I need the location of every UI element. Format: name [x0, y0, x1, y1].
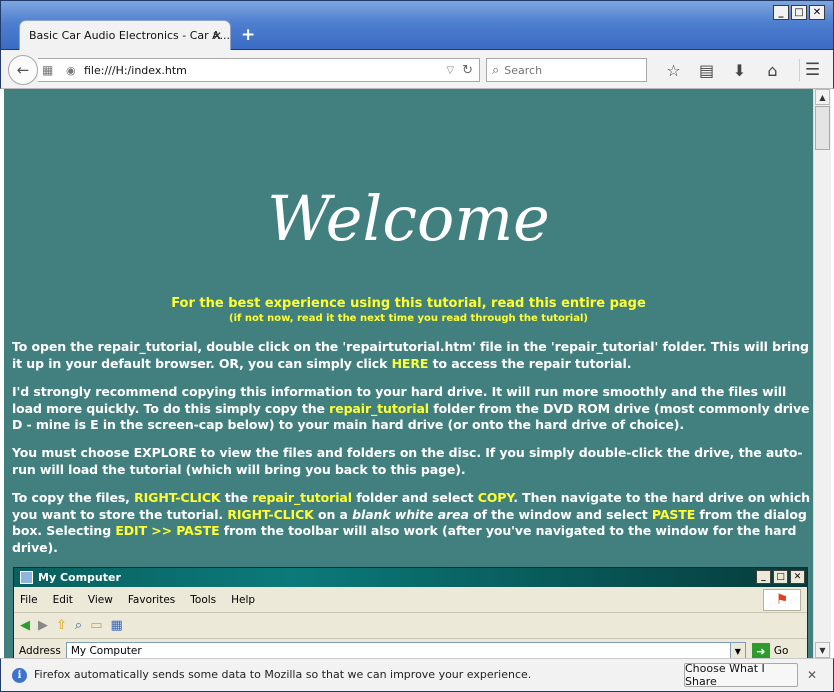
bookmark-star-icon[interactable]: ☆	[657, 59, 690, 81]
mc-minimize-icon: _	[756, 570, 771, 584]
mc-search-icon: ⌕	[74, 618, 83, 633]
my-computer-screenshot: My Computer _ □ ✕ File Edit View Favorit…	[13, 567, 808, 658]
hamburger-menu-icon[interactable]: ☰	[799, 59, 825, 81]
search-input[interactable]	[504, 63, 635, 77]
mc-folders-icon: ▭	[90, 618, 103, 633]
mc-back-icon: ◀	[20, 618, 30, 633]
italic-text: blank white area	[352, 506, 469, 522]
mc-menu-help: Help	[231, 593, 256, 606]
paragraph-copy-recommendation: I'd strongly recommend copying this info…	[12, 384, 812, 434]
scroll-down-icon[interactable]: ▼	[815, 642, 830, 658]
tab-title: Basic Car Audio Electronics - Car A...	[29, 29, 230, 42]
paragraph-explore: You must choose EXPLORE to view the file…	[12, 445, 803, 477]
back-button[interactable]: ←	[8, 55, 38, 85]
globe-icon: ◉	[66, 63, 76, 77]
text: the	[220, 490, 253, 505]
my-computer-menubar: File Edit View Favorites Tools Help ⚑	[14, 587, 807, 613]
window-controls: _ □ ✕	[773, 5, 825, 20]
here-link[interactable]: HERE	[392, 356, 429, 371]
search-icon: ⌕	[492, 62, 500, 78]
new-tab-button[interactable]: +	[241, 25, 255, 45]
paragraph-copy-steps: To copy the files, RIGHT-CLICK the repai…	[12, 490, 812, 556]
toolbar-icons: ☆ ▤ ⬇ ⌂	[657, 59, 789, 81]
my-computer-toolbar: ◀ ▶ ⇧ ⌕ ▭ ▦	[14, 613, 807, 639]
mc-address-value: My Computer	[70, 645, 142, 657]
tab-close-icon[interactable]: ✕	[212, 29, 222, 43]
scroll-thumb[interactable]	[815, 106, 830, 150]
mc-views-icon: ▦	[110, 618, 123, 633]
mc-menu-view: View	[87, 593, 113, 606]
my-computer-window-controls: _ □ ✕	[756, 570, 805, 584]
my-computer-titlebar: My Computer _ □ ✕	[14, 568, 807, 587]
back-arrow-icon: ←	[16, 61, 30, 79]
mc-address-label: Address	[19, 645, 61, 657]
vertical-scrollbar[interactable]: ▲ ▼	[813, 89, 831, 658]
highlight: RIGHT-CLICK	[134, 490, 221, 505]
mc-menu-favorites: Favorites	[127, 593, 176, 606]
my-computer-addressbar: Address My Computer ▼ ➜ Go	[14, 639, 807, 658]
text: To copy the files,	[12, 490, 135, 505]
notification-text: Firefox automatically sends some data to…	[34, 668, 532, 681]
info-icon: i	[12, 668, 27, 683]
url-text[interactable]: file:///H:/index.htm	[84, 64, 446, 77]
mc-up-folder-icon: ⇧	[56, 618, 67, 633]
paragraph-open-tutorial: To open the repair_tutorial, double clic…	[12, 339, 812, 372]
mc-go-label: Go	[773, 645, 789, 657]
notification-close-icon[interactable]: ✕	[807, 668, 817, 682]
reload-icon[interactable]: ↻	[462, 63, 473, 78]
choose-what-i-share-button[interactable]: Choose What I Share	[684, 662, 798, 688]
intro-notice: For the best experience using this tutor…	[171, 296, 646, 311]
highlight: PASTE	[651, 506, 696, 522]
close-window-button[interactable]: ✕	[809, 5, 825, 20]
welcome-heading: Welcome	[267, 182, 550, 255]
mc-menu-tools: Tools	[190, 593, 217, 606]
computer-icon	[20, 571, 33, 584]
mc-menu-file: File	[20, 593, 38, 606]
my-computer-title: My Computer	[38, 571, 121, 584]
mc-go-button: ➜ Go	[751, 642, 789, 658]
highlight: repair_tutorial	[252, 490, 352, 505]
highlight: repair_tutorial	[329, 400, 429, 416]
notification-bar: i Firefox automatically sends some data …	[0, 658, 834, 692]
home-icon[interactable]: ⌂	[756, 59, 789, 81]
mc-maximize-icon: □	[773, 570, 788, 584]
url-bar[interactable]: ▦ ◉ file:///H:/index.htm ▽ ↻	[38, 58, 480, 82]
text: on a	[313, 506, 353, 522]
search-box[interactable]: ⌕	[486, 58, 647, 82]
mc-forward-icon: ▶	[38, 618, 48, 633]
downloads-icon[interactable]: ⬇	[723, 59, 756, 81]
mc-address-field: My Computer ▼	[65, 642, 746, 658]
mc-close-icon: ✕	[790, 570, 805, 584]
navigation-toolbar: ▦ ◉ file:///H:/index.htm ▽ ↻ ← ⌕ ☆ ▤ ⬇ ⌂…	[0, 50, 834, 89]
page-viewport: Welcome For the best experience using th…	[4, 89, 813, 658]
minimize-button[interactable]: _	[773, 5, 789, 20]
bookmarks-list-icon[interactable]: ▤	[690, 59, 723, 81]
highlight: COPY	[477, 490, 514, 505]
intro-subnotice: (if not now, read it the next time you r…	[229, 313, 588, 324]
text: of the window and select	[468, 506, 652, 522]
tab-active[interactable]: Basic Car Audio Electronics - Car A... ✕	[19, 20, 231, 51]
mc-go-arrow-icon: ➜	[751, 642, 770, 658]
url-dropdown-icon[interactable]: ▽	[446, 65, 454, 76]
page-action-icon[interactable]: ▦	[42, 63, 60, 77]
mc-address-dropdown-icon: ▼	[729, 643, 745, 658]
scroll-up-icon[interactable]: ▲	[815, 89, 830, 105]
highlight: EDIT >> PASTE	[115, 523, 220, 538]
text: folder and select	[351, 490, 478, 505]
text: to access the repair tutorial.	[428, 355, 632, 371]
highlight: RIGHT-CLICK	[227, 506, 314, 522]
browser-titlebar: _ □ ✕ Basic Car Audio Electronics - Car …	[0, 0, 834, 51]
windows-flag-icon: ⚑	[763, 589, 801, 611]
maximize-button[interactable]: □	[791, 5, 807, 20]
mc-menu-edit: Edit	[52, 593, 73, 606]
